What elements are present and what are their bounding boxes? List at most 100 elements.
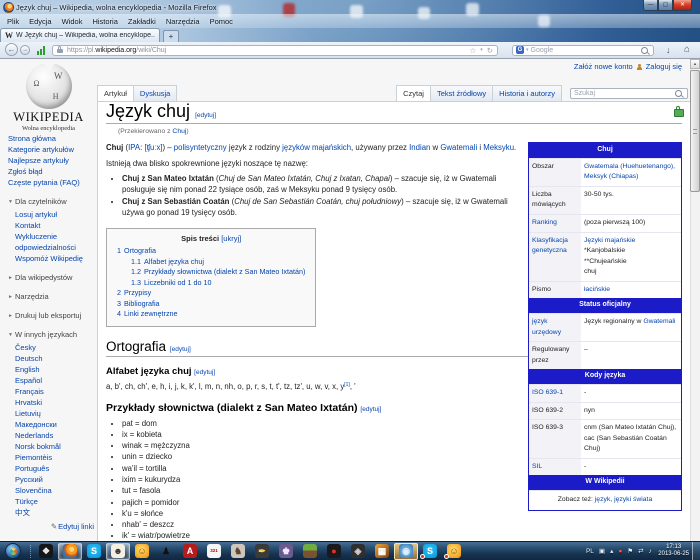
tray-alert-icon[interactable]: ●	[616, 548, 625, 555]
tray-volume-icon[interactable]: ♪	[646, 548, 654, 555]
sidebar-language-link[interactable]: Hrvatski	[15, 397, 94, 408]
inline-link[interactable]: Języki majańskie	[584, 237, 635, 244]
sidebar-link[interactable]: Najlepsze artykuły	[8, 155, 94, 166]
view-tab[interactable]: Tekst źródłowy	[431, 85, 493, 101]
inline-link[interactable]: język	[595, 496, 611, 503]
inline-link[interactable]: Indian	[409, 143, 430, 152]
wiki-search-input[interactable]: Szukaj	[570, 88, 688, 99]
sidebar-language-link[interactable]: Português	[15, 463, 94, 474]
sidebar-section-readers[interactable]: ▼Dla czytelników	[8, 197, 94, 207]
menu-item[interactable]: Pomoc	[205, 17, 238, 26]
sidebar-link[interactable]: Losuj artykuł	[15, 209, 94, 220]
taskbar-notes-icon[interactable]: ☻	[106, 543, 130, 560]
sidebar-language-link[interactable]: Nederlands	[15, 430, 94, 441]
taskbar-grass-block-icon[interactable]	[298, 543, 322, 560]
inline-link[interactable]: Meksyk (Chiapas)	[584, 173, 638, 180]
downloads-icon[interactable]: ↓	[666, 45, 671, 55]
tray-hidden-icons-arrow[interactable]: ▴	[608, 547, 616, 555]
tray-language-indicator[interactable]: PL	[583, 548, 596, 555]
sidebar-language-link[interactable]: Español	[15, 375, 94, 386]
taskbar-media-icon[interactable]: ▦	[370, 543, 394, 560]
sidebar-language-link[interactable]: Slovenčina	[15, 485, 94, 496]
toc-entry[interactable]: 1.1Alfabet języka chuj	[131, 257, 305, 268]
taskbar-red-disc-icon[interactable]: ●	[322, 543, 346, 560]
menu-item[interactable]: Historia	[87, 17, 122, 26]
inline-link[interactable]: języki świata	[614, 496, 652, 503]
wikipedia-logo[interactable]: W Ω H WIKIPEDIA Wolna encyklopedia	[0, 61, 97, 132]
inline-link[interactable]: [ʧuːx]	[144, 143, 162, 152]
view-tab[interactable]: Historia i autorzy	[493, 85, 562, 101]
sidebar-link[interactable]: Kategorie artykułów	[8, 144, 94, 155]
tray-network-icon[interactable]: ⇄	[636, 547, 646, 555]
edit-section-link[interactable]: [edytuj]	[194, 369, 215, 376]
sidebar-link[interactable]: Kontakt	[15, 220, 94, 231]
sidebar-link[interactable]: Wykluczenie odpowiedzialności	[15, 231, 94, 253]
signal-bars-icon[interactable]	[37, 46, 47, 55]
toc-entry[interactable]: 1Ortografia	[117, 246, 305, 257]
url-dropdown-icon[interactable]: ▾	[480, 47, 483, 53]
taskbar-wizard-icon[interactable]: ♞	[226, 543, 250, 560]
menu-item[interactable]: Zakładki	[123, 17, 161, 26]
browser-tab[interactable]: W W Język chuj – Wikipedia, wolna encykl…	[0, 28, 160, 42]
toc-entry[interactable]: 1.2Przykłady słownictwa (dialekt z San M…	[131, 267, 305, 278]
namespace-tab[interactable]: Artykuł	[97, 85, 134, 101]
edit-section-link[interactable]: [edytuj]	[195, 112, 216, 119]
sidebar-link[interactable]: Strona główna	[8, 133, 94, 144]
taskbar-diamond-icon[interactable]: ◈	[346, 543, 370, 560]
sidebar-link[interactable]: Częste pytania (FAQ)	[8, 177, 94, 188]
toc-entry[interactable]: 2Przypisy	[117, 288, 305, 299]
toc-entry[interactable]: 3Bibliografia	[117, 299, 305, 310]
taskbar-adobe-reader-icon[interactable]: A	[178, 543, 202, 560]
back-button[interactable]: ←	[5, 43, 18, 56]
sidebar-language-link[interactable]: Norsk bokmål	[15, 441, 94, 452]
home-icon[interactable]: ⌂	[684, 44, 690, 55]
inline-link[interactable]: [1]	[344, 382, 350, 388]
inline-link[interactable]: IPA	[128, 143, 140, 152]
toc-entry[interactable]: 1.3Liczebniki od 1 do 10	[131, 278, 305, 289]
taskbar-orb-app-icon[interactable]: ◉	[394, 543, 418, 560]
wiki-search-magnifier-icon[interactable]	[675, 90, 682, 97]
sidebar-language-link[interactable]: English	[15, 364, 94, 375]
view-tab[interactable]: Czytaj	[396, 85, 431, 101]
sidebar-collapsed-section[interactable]: ►Narzędzia	[8, 292, 94, 302]
vertical-scrollbar[interactable]: ▲	[690, 59, 700, 541]
scrollbar-thumb[interactable]	[690, 70, 700, 192]
reload-icon[interactable]: ↻	[487, 46, 493, 55]
inline-link[interactable]: Chuj	[172, 128, 186, 135]
sidebar-language-link[interactable]: 中文	[15, 507, 94, 518]
sidebar-language-link[interactable]: Русский	[15, 474, 94, 485]
show-desktop-button[interactable]	[692, 542, 700, 560]
sidebar-language-link[interactable]: Lietuvių	[15, 408, 94, 419]
create-account-link[interactable]: Załóż nowe konto	[574, 62, 633, 71]
search-bar[interactable]: G ▾ Google	[512, 45, 654, 56]
taskbar-firefox-icon[interactable]	[58, 543, 82, 560]
inline-link[interactable]: polisyntetyczny	[174, 143, 227, 152]
inline-link[interactable]: Meksyku	[483, 143, 514, 152]
sidebar-language-link[interactable]: Česky	[15, 342, 94, 353]
google-engine-icon[interactable]: G	[516, 46, 524, 54]
sidebar-language-link[interactable]: Français	[15, 386, 94, 397]
tray-action-flag-icon[interactable]: ⚑	[625, 547, 636, 555]
inline-link[interactable]: Gwatemali	[440, 143, 477, 152]
toc-hide-link[interactable]: [ukryj]	[221, 234, 241, 243]
taskbar-figure-icon[interactable]: ♟	[154, 543, 178, 560]
taskbar-pen-icon[interactable]: ✒	[250, 543, 274, 560]
scrollbar-up-arrow[interactable]: ▲	[690, 59, 700, 69]
sidebar-section-languages[interactable]: ▼W innych językach	[8, 330, 94, 340]
minimize-button[interactable]: —	[643, 0, 658, 11]
taskbar-calendar-icon[interactable]: 321	[202, 543, 226, 560]
start-button[interactable]	[5, 543, 21, 559]
toc-entry[interactable]: 4Linki zewnętrzne	[117, 309, 305, 320]
taskbar-smiley-icon[interactable]: ☺	[130, 543, 154, 560]
maximize-button[interactable]: ▢	[658, 0, 673, 11]
login-link[interactable]: Zaloguj się	[646, 62, 682, 71]
sidebar-collapsed-section[interactable]: ►Drukuj lub eksportuj	[8, 311, 94, 321]
forward-button[interactable]: →	[20, 45, 30, 55]
inline-link[interactable]: języków majańskich	[282, 143, 351, 152]
engine-dropdown-icon[interactable]: ▾	[526, 47, 529, 53]
sidebar-language-link[interactable]: Piemontèis	[15, 452, 94, 463]
edit-section-link[interactable]: [edytuj]	[360, 406, 381, 413]
sidebar-language-link[interactable]: Türkçe	[15, 496, 94, 507]
menu-item[interactable]: Widok	[57, 17, 88, 26]
namespace-tab[interactable]: Dyskusja	[134, 85, 177, 101]
